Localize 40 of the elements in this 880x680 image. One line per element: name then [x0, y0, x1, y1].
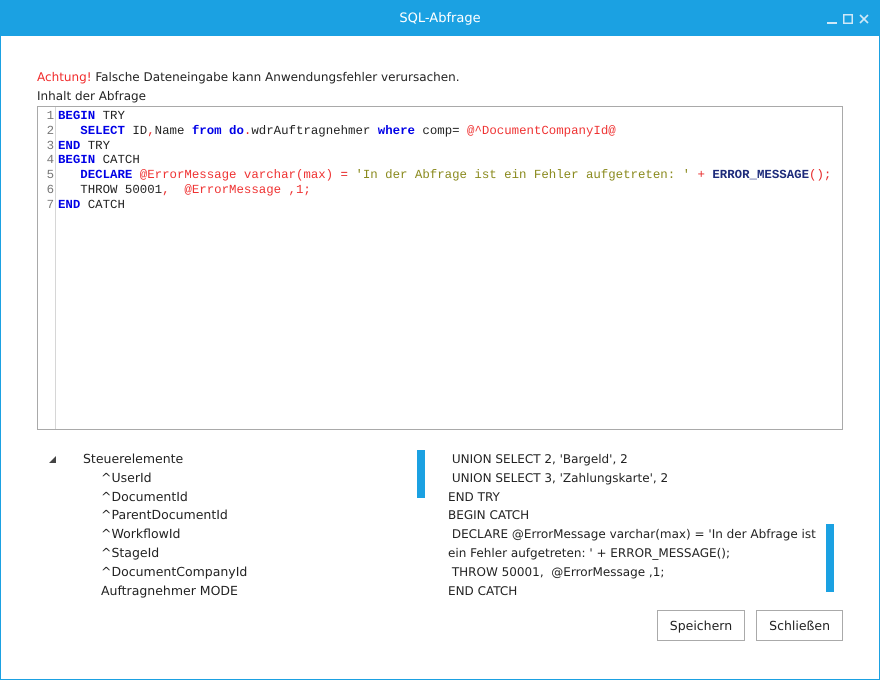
tree-item[interactable]: Auftragnehmer MODE [101, 582, 431, 600]
line-number: 2 [46, 124, 54, 139]
code-line: END TRY [58, 138, 112, 154]
save-button[interactable]: Speichern [656, 610, 746, 641]
line-number: 3 [46, 138, 54, 154]
code-line: BEGIN CATCH [58, 153, 140, 168]
line-number: 1 [46, 109, 54, 124]
close-button[interactable]: Schließen [756, 610, 843, 641]
tree-item[interactable]: ^DocumentId [101, 488, 431, 506]
maximize-icon[interactable] [843, 14, 853, 24]
preview-line: BEGIN CATCH [448, 507, 530, 524]
tree-item[interactable]: ^UserId [101, 468, 431, 488]
line-number: 7 [46, 198, 54, 213]
preview-line: UNION SELECT 2, 'Bargeld', 2 [450, 451, 629, 468]
code-line: DECLARE @ErrorMessage varchar(max) = 'In der Abfrage ist ein Fehler aufgetreten: ' + ERROR_MESSAGE(); [79, 168, 832, 183]
close-icon[interactable] [859, 14, 869, 24]
editor-label: Inhalt der Abfrage [37, 88, 148, 105]
tree-item[interactable]: ^StageId [101, 544, 431, 563]
preview-line: END CATCH [448, 582, 518, 600]
tree-item[interactable]: ^ParentDocumentId [101, 506, 431, 526]
code-line: SELECT ID,Name from do.wdrAuftragnehmer where comp= @^DocumentCompanyId@ [79, 124, 617, 139]
warning-text: Achtung! Falsche Dateneingabe kann Anwendungsfehler verursachen. [37, 69, 461, 86]
preview-line: UNION SELECT 3, 'Zahlungskarte', 2 [450, 470, 670, 487]
code-editor[interactable] [37, 106, 843, 430]
tree-item[interactable]: Steuerelemente [83, 450, 184, 469]
expanded-arrow-icon[interactable] [49, 456, 56, 463]
preview-line: END TRY [448, 488, 501, 506]
window-title: SQL-Abfrage [399, 11, 481, 26]
scrollbar-thumb[interactable] [417, 450, 425, 498]
preview-line: DECLARE @ErrorMessage varchar(max) = 'In der Abfrage ist ein Fehler aufgetreten: ' + ERROR_MESSAGE(); [448, 526, 817, 562]
tree-item[interactable]: ^DocumentCompanyId [101, 562, 431, 582]
line-number: 4 [46, 153, 54, 168]
tree-item[interactable]: ^WorkflowId [101, 525, 431, 544]
code-line: END CATCH [58, 198, 126, 213]
preview-line: THROW 50001, @ErrorMessage ,1; [450, 564, 666, 581]
scrollbar-thumb[interactable] [826, 524, 834, 592]
code-line: THROW 50001, @ErrorMessage ,1; [79, 182, 312, 198]
code-line: BEGIN TRY [58, 109, 126, 124]
line-number: 6 [46, 182, 54, 198]
line-number: 5 [46, 168, 54, 183]
